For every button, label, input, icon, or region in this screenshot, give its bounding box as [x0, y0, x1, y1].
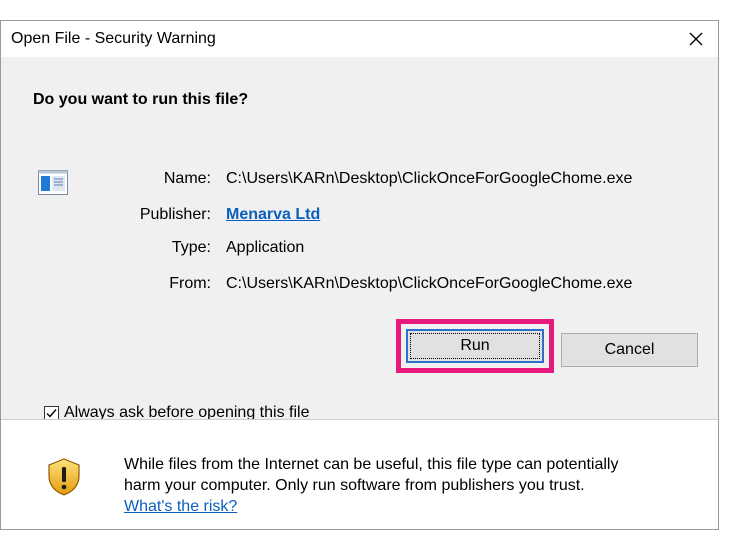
run-question: Do you want to run this file?: [33, 91, 249, 108]
type-label: Type:: [171, 239, 211, 256]
cancel-button[interactable]: Cancel: [561, 333, 698, 367]
warning-footer: While files from the Internet can be use…: [1, 420, 718, 529]
security-warning-dialog: Open File - Security Warning Do you want…: [0, 20, 719, 530]
whats-the-risk-link[interactable]: What's the risk?: [124, 498, 237, 515]
run-button[interactable]: Run: [406, 329, 544, 363]
warning-shield-icon: [48, 458, 80, 496]
type-value: Application: [226, 239, 305, 256]
dialog-title: Open File - Security Warning: [11, 30, 216, 47]
publisher-link[interactable]: Menarva Ltd: [226, 206, 320, 224]
checkmark-icon: [46, 408, 57, 418]
warning-text: While files from the Internet can be use…: [124, 454, 714, 517]
name-value: C:\Users\KARn\Desktop\ClickOnceForGoogle…: [226, 170, 633, 187]
close-icon: [689, 32, 703, 46]
from-label: From:: [169, 275, 211, 292]
title-bar: Open File - Security Warning: [1, 21, 718, 57]
dialog-body: Do you want to run this file? Name: C:\U…: [1, 57, 718, 421]
warning-line-1: While files from the Internet can be use…: [124, 456, 619, 473]
warning-line-2: harm your computer. Only run software fr…: [124, 477, 585, 494]
name-label: Name:: [163, 170, 211, 187]
publisher-label: Publisher:: [139, 206, 211, 223]
close-button[interactable]: [674, 21, 718, 57]
from-value: C:\Users\KARn\Desktop\ClickOnceForGoogle…: [226, 275, 633, 292]
